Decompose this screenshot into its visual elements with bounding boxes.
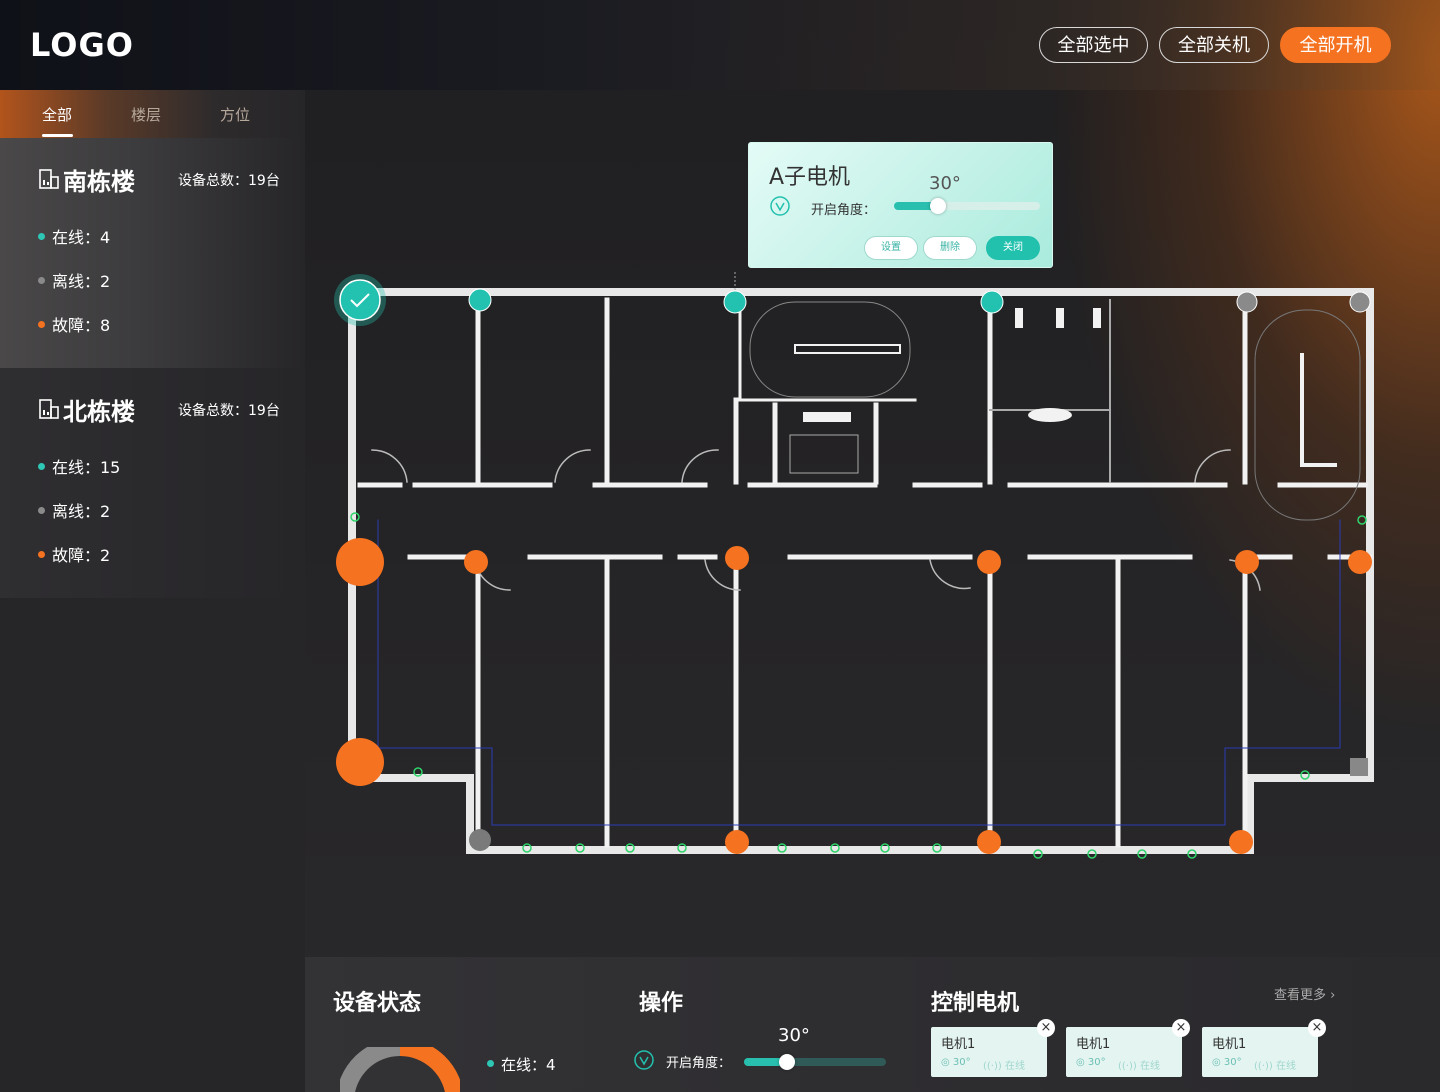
sidebar: 全部 楼层 方位 南栋楼 设备总数：19台 在线：4 离线：2 故障：8 北栋楼… [0, 90, 305, 1092]
popup-title: A子电机 [769, 165, 851, 190]
status-online: 在线：4 [487, 1054, 556, 1075]
stat-fault: 故障：2 [38, 542, 110, 566]
building-total: 设备总数：19台 [178, 173, 280, 189]
all-off-button[interactable]: 全部关机 [1159, 27, 1269, 63]
select-all-button[interactable]: 全部选中 [1039, 27, 1148, 63]
tab-floor[interactable]: 楼层 [131, 104, 161, 125]
tab-all[interactable]: 全部 [42, 104, 72, 125]
card-name: 电机1 [1076, 1037, 1111, 1052]
card-close-icon[interactable]: × [1037, 1019, 1055, 1037]
sidebar-tabs: 全部 楼层 方位 [0, 90, 305, 138]
slider-knob[interactable] [929, 198, 946, 214]
stat-online: 在线：4 [38, 224, 110, 248]
card-close-icon[interactable]: × [1172, 1019, 1190, 1037]
device-status-title: 设备状态 [333, 991, 422, 1016]
card-close-icon[interactable]: × [1308, 1019, 1326, 1037]
card-angle: ◎ 30° [1212, 1057, 1242, 1068]
popup-angle-slider[interactable] [894, 198, 1040, 214]
building-south[interactable]: 南栋楼 设备总数：19台 在线：4 离线：2 故障：8 [0, 138, 305, 368]
building-north[interactable]: 北栋楼 设备总数：19台 在线：15 离线：2 故障：2 [0, 368, 305, 598]
card-name: 电机1 [941, 1037, 976, 1052]
stat-fault: 故障：8 [38, 312, 110, 336]
angle-icon [634, 1050, 654, 1070]
set-button[interactable]: 设置 [864, 236, 918, 260]
card-angle: ◎ 30° [1076, 1057, 1106, 1068]
floor-plan [334, 270, 1374, 859]
card-status: ((·)) 在线 [1254, 1061, 1296, 1072]
op-angle-label: 开启角度： [666, 1056, 732, 1071]
operation-title: 操作 [639, 991, 684, 1016]
popup-angle-label: 开启角度： [811, 203, 877, 218]
building-total: 设备总数：19台 [178, 403, 280, 419]
control-motor-title: 控制电机 [931, 991, 1020, 1016]
motor-popup: A子电机 30° 开启角度： 设置 删除 关闭 [748, 142, 1053, 268]
card-status: ((·)) 在线 [1118, 1061, 1160, 1072]
building-icon [39, 169, 59, 189]
stat-offline: 离线：2 [38, 498, 110, 522]
card-angle: ◎ 30° [941, 1057, 971, 1068]
tab-direction[interactable]: 方位 [220, 104, 250, 125]
op-angle-slider[interactable] [744, 1054, 886, 1070]
status-donut [340, 1047, 460, 1092]
card-status: ((·)) 在线 [983, 1061, 1025, 1072]
top-bar: LOGO 全部选中 全部关机 全部开机 [0, 0, 1440, 90]
motor-markers-online [334, 274, 1004, 326]
stat-online: 在线：15 [38, 454, 120, 478]
all-on-button[interactable]: 全部开机 [1280, 27, 1391, 63]
stat-offline: 离线：2 [38, 268, 110, 292]
motor-card[interactable]: 电机1 ◎ 30° ((·)) 在线 × [931, 1019, 1055, 1077]
tab-active-indicator [42, 134, 73, 137]
popup-angle-value: 30° [929, 173, 961, 194]
view-more-link[interactable]: 查看更多 › [1274, 984, 1335, 1003]
bottom-panel: 设备状态 在线：4 操作 30° 开启角度： 控制电机 查看更多 › 电机1 ◎… [305, 957, 1440, 1092]
slider-knob[interactable] [778, 1054, 795, 1070]
building-icon [39, 399, 59, 419]
logo: LOGO [30, 26, 134, 64]
close-button[interactable]: 关闭 [986, 236, 1040, 260]
angle-icon [770, 196, 790, 216]
building-name: 北栋楼 [63, 398, 135, 426]
motor-card[interactable]: 电机1 ◎ 30° ((·)) 在线 × [1066, 1019, 1190, 1077]
op-angle-value: 30° [778, 1025, 810, 1046]
motor-card[interactable]: 电机1 ◎ 30° ((·)) 在线 × [1202, 1019, 1326, 1077]
delete-button[interactable]: 删除 [923, 236, 977, 260]
building-name: 南栋楼 [63, 168, 135, 196]
card-name: 电机1 [1212, 1037, 1247, 1052]
